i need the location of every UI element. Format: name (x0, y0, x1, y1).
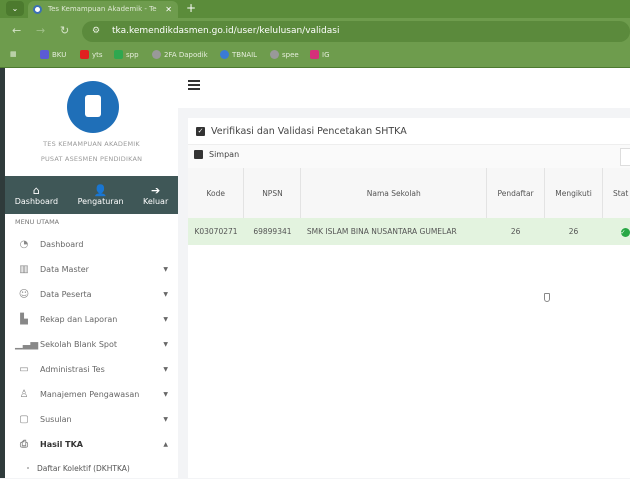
close-tab-icon[interactable]: ✕ (165, 1, 172, 18)
bookmark-2fa-dapodik[interactable]: 2FA Dapodik (152, 50, 208, 59)
student-icon: ☺ (18, 289, 30, 300)
cell-nama-sekolah: SMK ISLAM BINA NUSANTARA GUMELAR (300, 218, 487, 245)
bookmark-yts[interactable]: yts (80, 50, 103, 59)
col-pendaftar[interactable]: Pendaftar (486, 168, 546, 218)
check-square-icon: ✓ (196, 127, 205, 136)
dashboard-icon: ◔ (19, 239, 29, 250)
signal-icon: ▁▃▅ (15, 339, 39, 350)
chart-icon: ▙ (20, 314, 28, 325)
sidebar-item-rekap-laporan[interactable]: ▙ Rekap dan Laporan ▼ (5, 307, 178, 332)
quick-dashboard-button[interactable]: ⌂ Dashboard (15, 183, 58, 206)
sidebar-item-manajemen-pengawasan[interactable]: ♙ Manajemen Pengawasan ▼ (5, 382, 178, 407)
org-name: TES KEMAMPUAN AKADEMIK (43, 140, 140, 148)
browser-tab-bar: ⌄ Tes Kemampuan Akademik - Te ✕ + (0, 0, 630, 18)
back-icon[interactable]: ← (12, 24, 21, 37)
floppy-disk-icon (194, 150, 203, 159)
org-subname: PUSAT ASESMEN PENDIDIKAN (40, 155, 143, 163)
card-title: ✓ Verifikasi dan Validasi Pencetakan SHTK… (196, 126, 407, 137)
table-header: Kode NPSN Nama Sekolah Pendaftar Mengiku… (188, 168, 630, 218)
top-header (178, 68, 630, 108)
reload-icon[interactable]: ↻ (60, 24, 69, 37)
sidebar-item-data-peserta[interactable]: ☺ Data Peserta ▼ (5, 282, 178, 307)
caret-down-icon: ▼ (163, 266, 168, 273)
home-icon: ⌂ (32, 183, 40, 197)
caret-down-icon: ▼ (163, 316, 168, 323)
sidebar-subitem-daftar-kolektif[interactable]: Daftar Kolektif (DKHTKA) (5, 457, 178, 479)
sidebar-item-hasil-tka[interactable]: ⎙ Hasil TKA ▲ (0, 432, 178, 457)
tab-search-button[interactable]: ⌄ (6, 1, 24, 16)
caret-down-icon: ▼ (163, 291, 168, 298)
col-kode[interactable]: Kode (188, 168, 245, 218)
bookmarks-bar: ▦ BKU yts spp 2FA Dapodik TBNAIL spee IG (0, 45, 630, 68)
col-mengikuti[interactable]: Mengikuti (544, 168, 604, 218)
pdf-icon: ⎙ (20, 439, 28, 450)
caret-up-icon: ▲ (163, 441, 168, 448)
favicon-icon (33, 5, 42, 14)
caret-down-icon: ▼ (163, 391, 168, 398)
cell-status: ✓ (602, 218, 630, 245)
school-table: Kode NPSN Nama Sekolah Pendaftar Mengiku… (188, 168, 630, 245)
cell-npsn: 69899341 (243, 218, 301, 245)
cell-mengikuti: 26 (544, 218, 603, 245)
sidebar-item-administrasi-tes[interactable]: ▭ Administrasi Tes ▼ (5, 357, 178, 382)
toolbar: Simpan (188, 144, 630, 168)
new-tab-button[interactable]: + (186, 0, 196, 17)
sidebar-item-dashboard[interactable]: ◔ Dashboard (5, 232, 178, 257)
quick-actions: ⌂ Dashboard 👤 Pengaturan ➔ Keluar (5, 176, 178, 214)
sidebar-item-sekolah-blank-spot[interactable]: ▁▃▅ Sekolah Blank Spot ▼ (5, 332, 178, 357)
cell-pendaftar: 26 (486, 218, 545, 245)
bookmark-spp[interactable]: spp (114, 50, 139, 59)
calendar-icon: ▢ (19, 414, 29, 425)
monitor-icon: ▭ (19, 364, 29, 375)
bookmark-bku[interactable]: BKU (40, 50, 66, 59)
table-row[interactable]: K03070271 69899341 SMK ISLAM BINA NUSANT… (188, 218, 630, 245)
bookmark-tbnail[interactable]: TBNAIL (220, 50, 257, 59)
caret-down-icon: ▼ (163, 341, 168, 348)
bookmark-ig[interactable]: IG (310, 50, 330, 59)
hamburger-menu-icon[interactable] (188, 80, 200, 90)
col-nama-sekolah[interactable]: Nama Sekolah (300, 168, 488, 218)
sidebar-item-susulan[interactable]: ▢ Susulan ▼ (5, 407, 178, 432)
quick-pengaturan-button[interactable]: 👤 Pengaturan (78, 183, 124, 206)
bookmark-spee[interactable]: spee (270, 50, 299, 59)
sidebar-menu: ◔ Dashboard ▥ Data Master ▼ ☺ Data Peserta ▼ … (0, 232, 178, 479)
browser-tab[interactable]: Tes Kemampuan Akademik - Te ✕ (28, 1, 178, 18)
url-text: tka.kemendikdasmen.go.id/user/kelulusan/… (112, 26, 340, 36)
url-input[interactable]: ⚙ tka.kemendikdasmen.go.id/user/kelulusan… (82, 21, 630, 42)
kemendikbud-logo (67, 81, 119, 133)
search-input[interactable] (620, 148, 630, 166)
menu-header: MENU UTAMA (15, 218, 60, 226)
sidebar-item-data-master[interactable]: ▥ Data Master ▼ (5, 257, 178, 282)
col-status-tka[interactable]: Stat TK (602, 168, 630, 218)
mouse-cursor (544, 293, 550, 302)
quick-keluar-button[interactable]: ➔ Keluar (143, 183, 168, 206)
col-npsn[interactable]: NPSN (243, 168, 302, 218)
validation-card: ✓ Verifikasi dan Validasi Pencetakan SHTK… (188, 118, 630, 478)
site-settings-icon[interactable]: ⚙ (92, 21, 100, 42)
sidebar: TES KEMAMPUAN AKADEMIK PUSAT ASESMEN PEN… (0, 68, 178, 478)
apps-icon[interactable]: ▦ (10, 50, 17, 58)
check-icon: ✓ (620, 227, 630, 237)
caret-down-icon: ▼ (163, 416, 168, 423)
cell-kode: K03070271 (188, 218, 244, 245)
building-icon: ▥ (19, 264, 29, 275)
forward-icon[interactable]: → (36, 24, 45, 37)
logout-icon: ➔ (151, 183, 161, 197)
supervisor-icon: ♙ (19, 389, 29, 400)
address-bar-row: ← → ↻ ⚙ tka.kemendikdasmen.go.id/user/kel… (0, 18, 630, 45)
tab-title: Tes Kemampuan Akademik - Te (48, 5, 157, 13)
save-button[interactable]: Simpan (194, 150, 239, 159)
caret-down-icon: ▼ (163, 366, 168, 373)
user-gear-icon: 👤 (93, 183, 108, 197)
